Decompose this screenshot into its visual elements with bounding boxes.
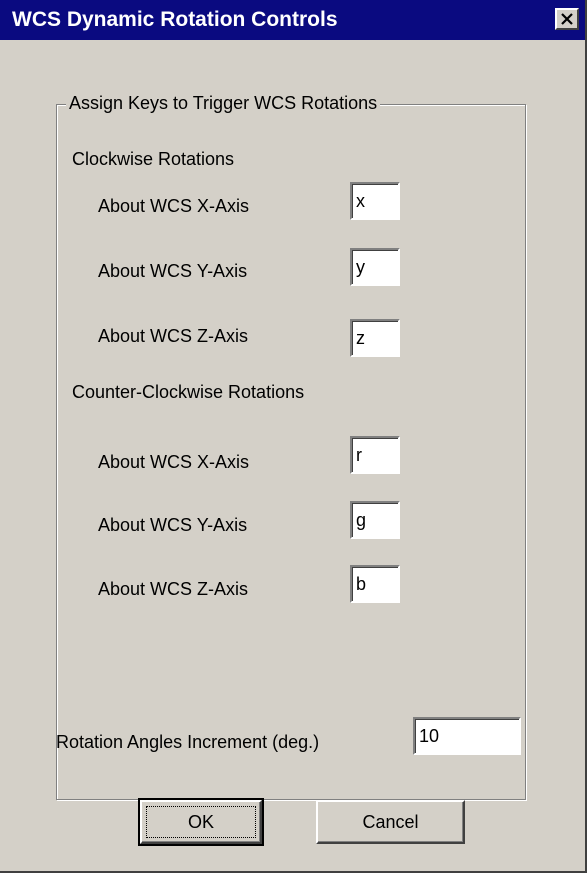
cw-z-axis-key-input[interactable] [350,319,400,357]
ccw-z-axis-label: About WCS Z-Axis [98,579,249,599]
cw-y-axis-label: About WCS Y-Axis [98,261,248,281]
cancel-button[interactable]: Cancel [316,800,465,844]
groupbox-legend: Assign Keys to Trigger WCS Rotations [66,91,381,115]
dialog-window: WCS Dynamic Rotation Controls Assign Key… [0,0,587,873]
ok-button[interactable]: OK [138,798,264,846]
increment-input[interactable] [413,717,521,755]
title-bar[interactable]: WCS Dynamic Rotation Controls [0,0,585,40]
ccw-y-axis-label: About WCS Y-Axis [98,515,248,535]
ccw-y-axis-key-input[interactable] [350,501,400,539]
increment-label: Rotation Angles Increment (deg.) [56,732,320,752]
cw-x-axis-label: About WCS X-Axis [98,196,250,216]
cw-z-axis-label: About WCS Z-Axis [98,326,249,346]
ccw-x-axis-key-input[interactable] [350,436,400,474]
ccw-x-axis-label: About WCS X-Axis [98,452,250,472]
close-icon [560,13,574,25]
cw-x-axis-key-input[interactable] [350,182,400,220]
counter-clockwise-heading: Counter-Clockwise Rotations [72,382,305,402]
window-title: WCS Dynamic Rotation Controls [12,8,338,31]
cw-y-axis-key-input[interactable] [350,248,400,286]
ok-button-label: OK [187,811,214,832]
ccw-z-axis-key-input[interactable] [350,565,400,603]
clockwise-heading: Clockwise Rotations [72,149,235,169]
close-button[interactable] [555,8,579,30]
cancel-button-label: Cancel [362,811,419,832]
